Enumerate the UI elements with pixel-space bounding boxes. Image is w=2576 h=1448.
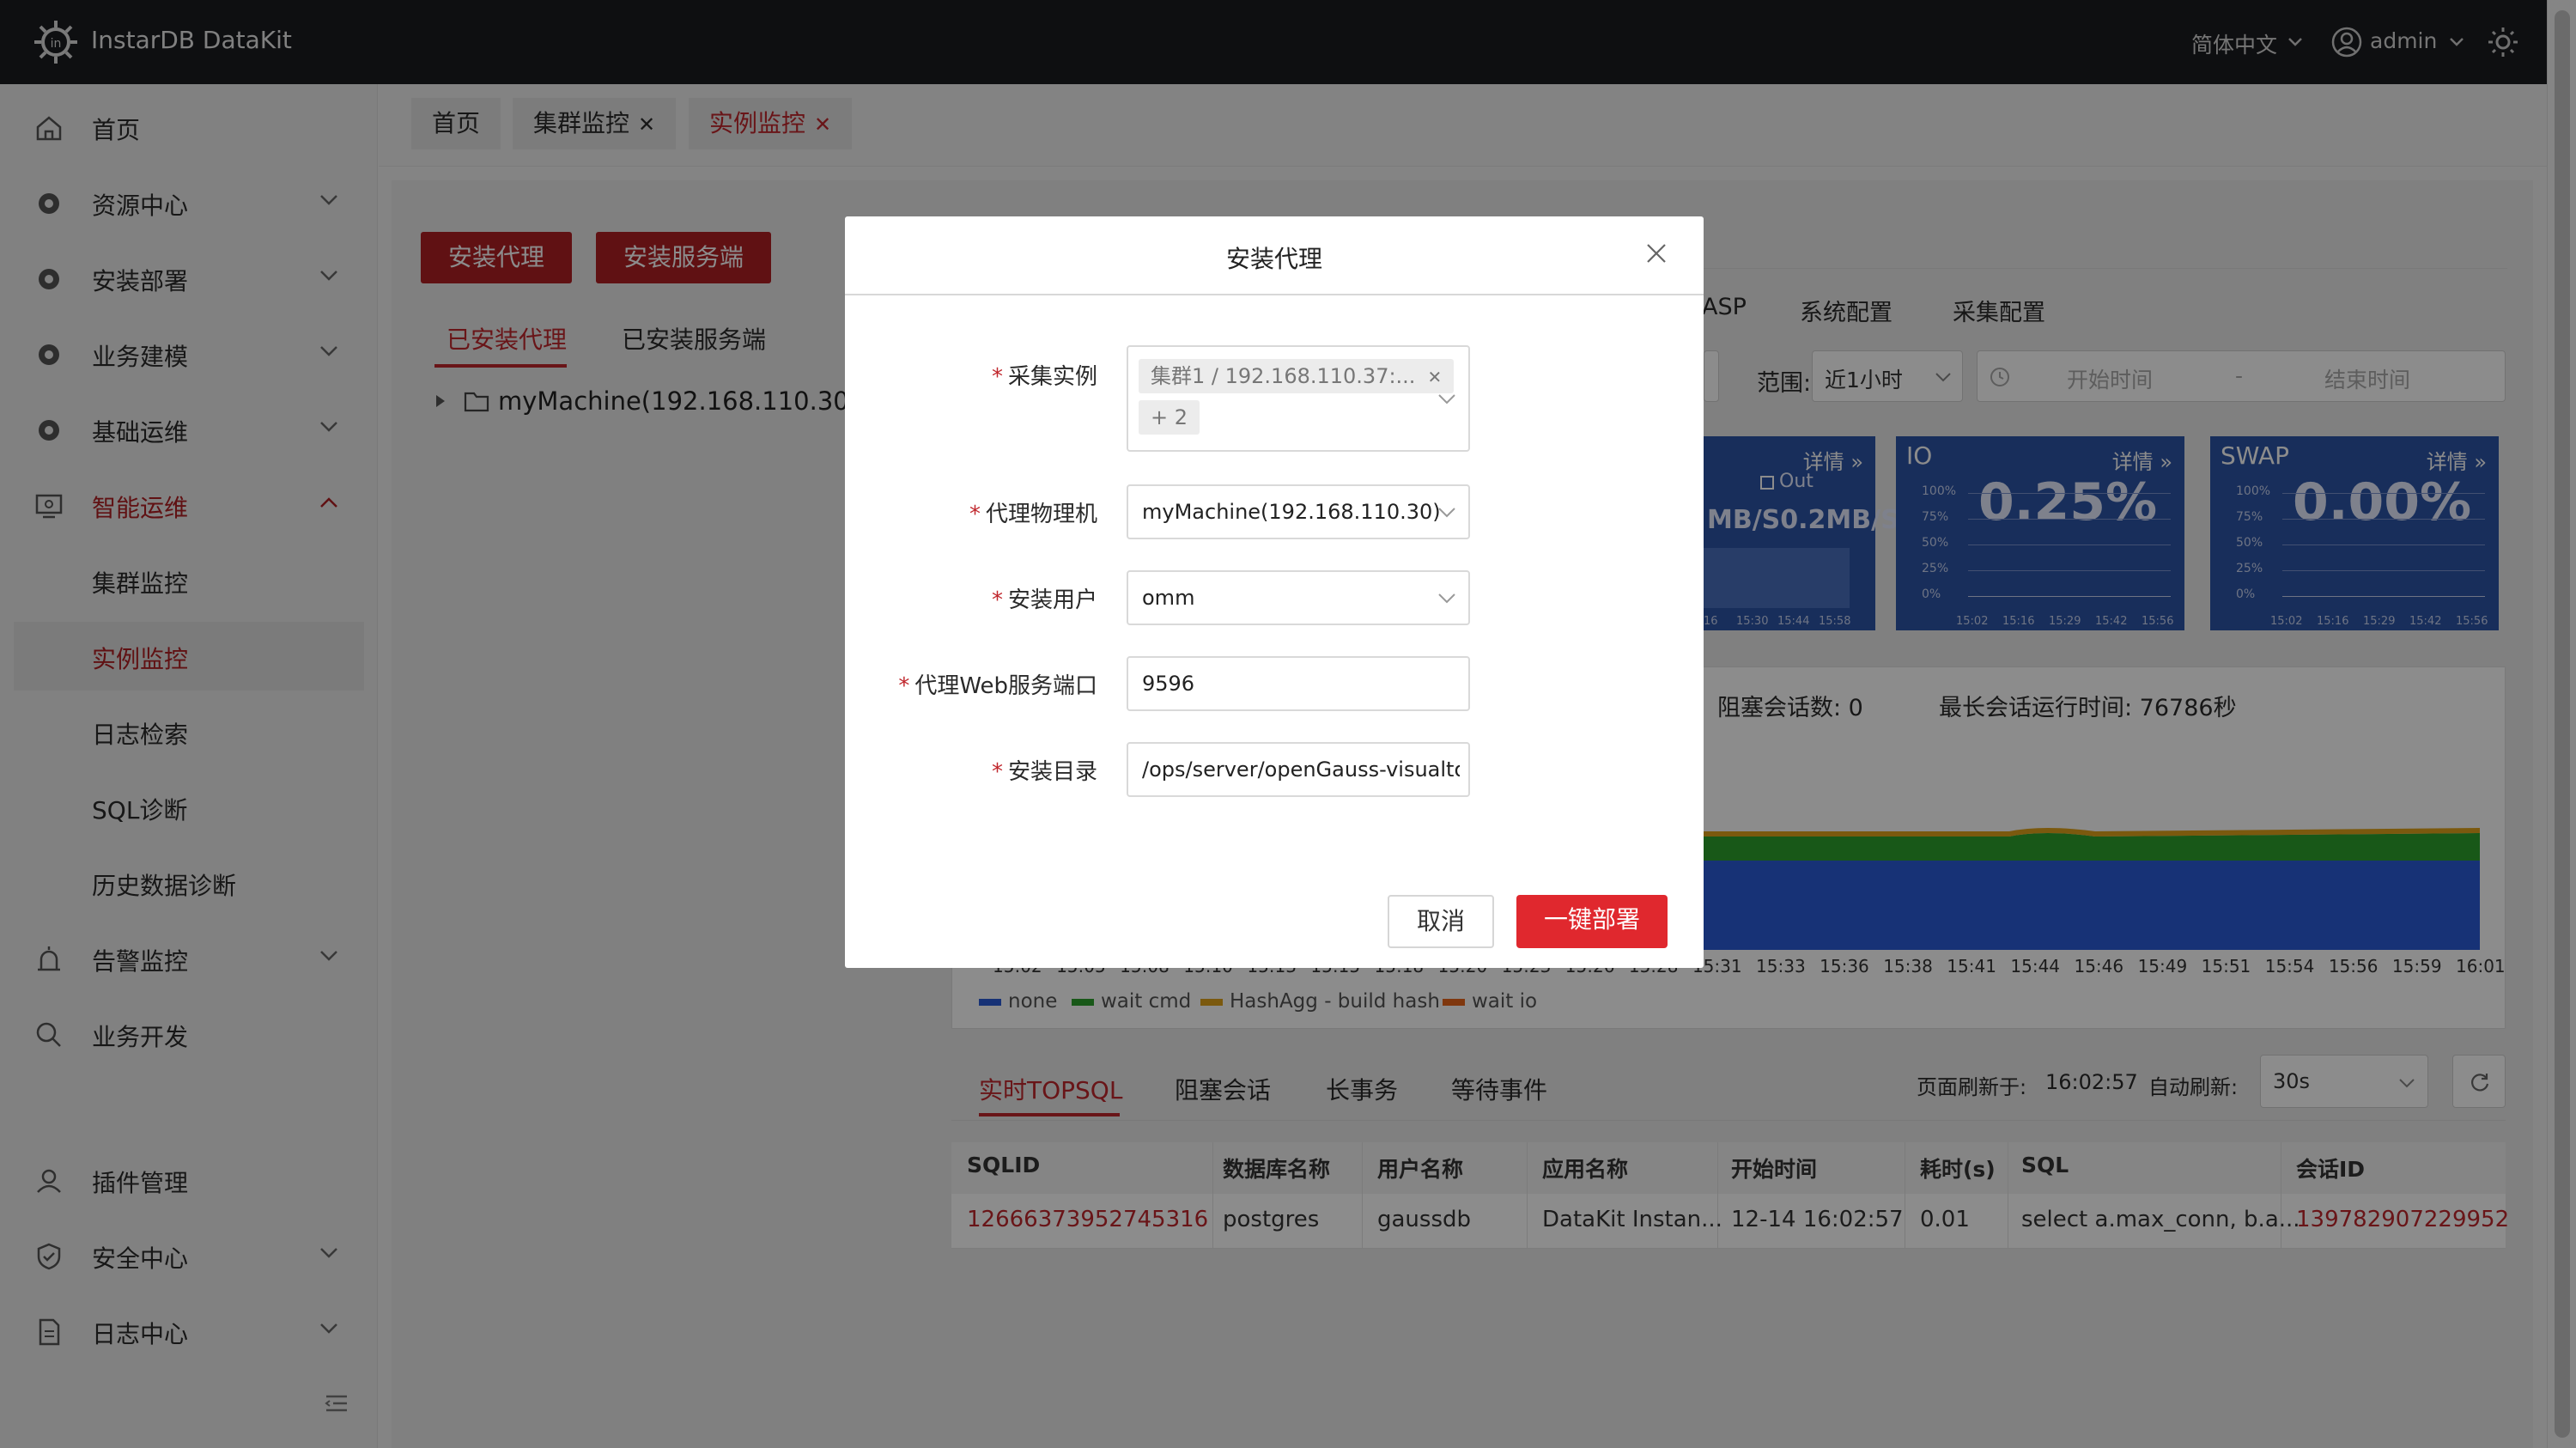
label-text: 代理Web服务端口	[914, 673, 1097, 699]
chevron-down-icon	[1438, 593, 1455, 604]
required-mark: *	[991, 759, 1003, 785]
field-label-machine: * 代理物理机	[969, 496, 1097, 528]
field-label-port: * 代理Web服务端口	[898, 668, 1097, 700]
port-value: 9596	[1142, 672, 1195, 696]
label-text: 采集实例	[1007, 364, 1097, 390]
field-label-user: * 安装用户	[992, 582, 1097, 614]
required-mark: *	[969, 502, 981, 527]
instance-multiselect[interactable]: 集群1 / 192.168.110.37:... ✕ + 2	[1127, 345, 1470, 452]
required-mark: *	[991, 364, 1003, 390]
required-mark: *	[991, 587, 1003, 613]
port-input[interactable]: 9596	[1127, 656, 1470, 711]
dialog-title: 安装代理	[1225, 245, 1322, 273]
tag-close-icon[interactable]: ✕	[1427, 367, 1442, 387]
tag-label: 集群1 / 192.168.110.37:...	[1151, 364, 1416, 388]
selected-instance-tag: 集群1 / 192.168.110.37:... ✕	[1139, 359, 1455, 393]
deploy-button[interactable]: 一键部署	[1516, 895, 1668, 948]
label-text: 安装目录	[1007, 759, 1097, 785]
field-label-dir: * 安装目录	[992, 754, 1097, 786]
user-value: omm	[1142, 586, 1195, 610]
install-agent-dialog: 安装代理 * 采集实例 集群1 / 192.168.110.37:... ✕ + 2…	[845, 216, 1704, 968]
chevron-down-icon	[1438, 508, 1455, 518]
dir-value: /ops/server/openGauss-visualtool/c	[1142, 757, 1460, 782]
cancel-button[interactable]: 取消	[1388, 895, 1494, 948]
more-tags-badge: + 2	[1139, 400, 1200, 435]
machine-select[interactable]: myMachine(192.168.110.30)	[1127, 484, 1470, 539]
chevron-down-icon	[1438, 394, 1455, 405]
dialog-divider	[845, 294, 1704, 295]
label-text: 代理物理机	[985, 502, 1097, 527]
field-label-instance: * 采集实例	[992, 359, 1097, 391]
close-icon[interactable]	[1645, 242, 1668, 265]
install-user-select[interactable]: omm	[1127, 570, 1470, 625]
machine-value: myMachine(192.168.110.30)	[1142, 500, 1441, 524]
install-dir-input[interactable]: /ops/server/openGauss-visualtool/c	[1127, 742, 1470, 797]
required-mark: *	[898, 673, 910, 699]
label-text: 安装用户	[1007, 587, 1097, 613]
